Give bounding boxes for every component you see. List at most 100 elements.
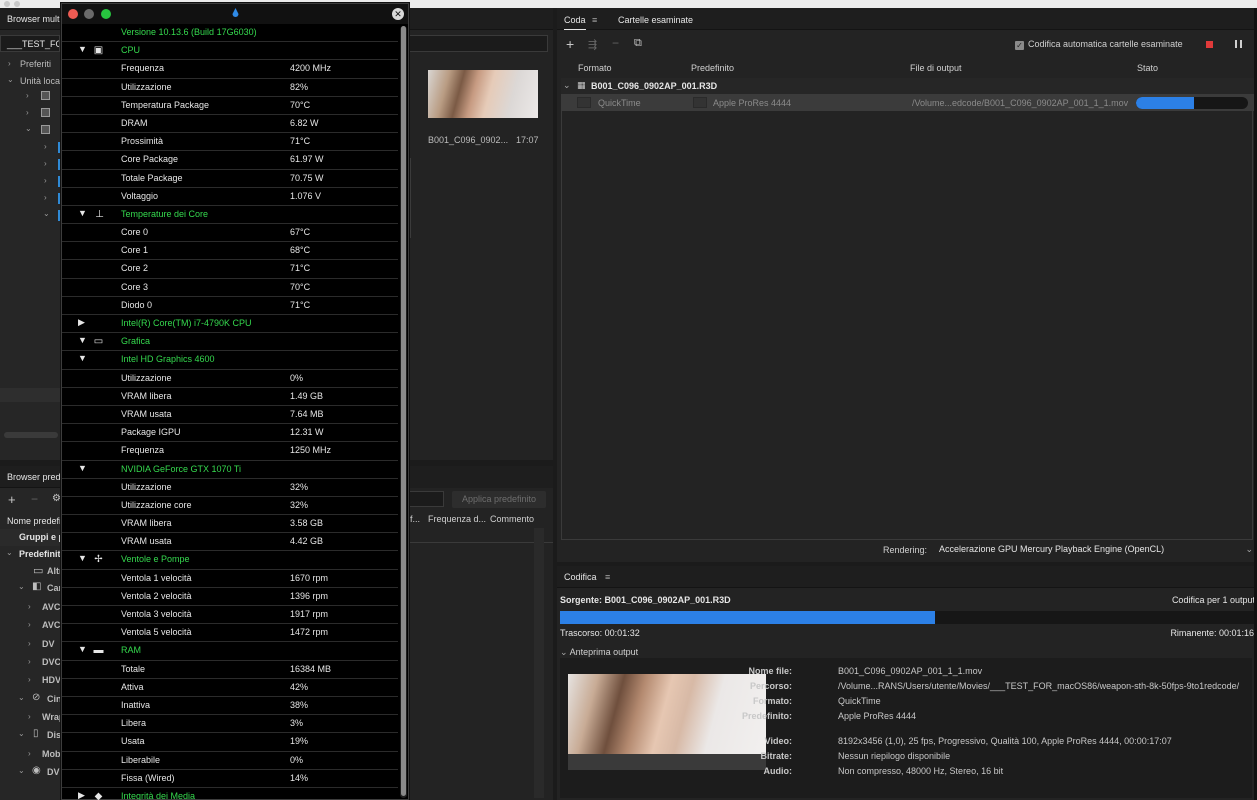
path-field[interactable]: ___TEST_FOR (0, 35, 60, 52)
stats-scrollbar-thumb[interactable] (401, 26, 406, 796)
preset-settings-icon[interactable]: ⚙ (52, 493, 61, 504)
chevron-down-icon[interactable]: ⌄ (18, 582, 25, 591)
disclosure-open-icon[interactable]: ▼ (78, 353, 87, 363)
disclosure-closed-icon[interactable]: ▶ (78, 317, 85, 328)
chevron-right-icon[interactable]: › (8, 59, 11, 68)
format-dropdown[interactable] (577, 97, 591, 108)
folder-row[interactable]: › (0, 190, 62, 207)
preset-browser-title[interactable]: Browser predefiniti (0, 466, 62, 488)
apply-preset-button[interactable]: Applica predefinito (452, 491, 546, 508)
preset-item[interactable]: › AVC-Ultra (0, 617, 62, 634)
add-preset-icon[interactable]: + (8, 492, 16, 507)
vertical-scrollbar[interactable] (534, 528, 544, 798)
chevron-right-icon[interactable]: › (44, 193, 47, 202)
disclosure-open-icon[interactable]: ▼ (78, 208, 87, 218)
duplicate-icon[interactable]: ⧉ (634, 37, 642, 50)
encoding-menu-icon[interactable]: ≡ (605, 572, 610, 582)
chevron-right-icon[interactable]: › (28, 657, 31, 666)
preset-item[interactable]: › AVC-Intra (0, 599, 62, 616)
preset-dropdown[interactable] (693, 97, 707, 108)
stats-section-row[interactable]: ▼ NVIDIA GeForce GTX 1070 Ti (62, 461, 398, 479)
chevron-right-icon[interactable]: › (28, 749, 31, 758)
queue-format[interactable]: QuickTime (598, 98, 641, 108)
stats-scrollbar[interactable] (400, 26, 407, 798)
preset-item[interactable]: ⌄ ▯ Dispositivi (0, 727, 62, 744)
preset-search-field[interactable] (408, 491, 444, 507)
stats-section-row[interactable]: ▼ ▣ CPU (62, 42, 398, 61)
water-drop-icon[interactable] (232, 8, 239, 18)
stats-section-row[interactable]: ▶ Intel(R) Core(TM) i7-4790K CPU (62, 315, 398, 334)
chevron-right-icon[interactable]: › (44, 159, 47, 168)
encoding-title[interactable]: Codifica (564, 572, 597, 582)
drive-row[interactable]: ⌄ (0, 122, 62, 139)
chevron-down-icon[interactable]: ⌄ (6, 548, 13, 557)
remove-icon[interactable]: − (612, 36, 619, 50)
chevron-right-icon[interactable]: › (44, 176, 47, 185)
close-window-button[interactable] (68, 9, 78, 19)
stats-section-row[interactable]: ▼ ⊥ Temperature dei Core (62, 206, 398, 225)
chevron-down-icon[interactable]: ⌄ (563, 80, 571, 91)
media-browser-title[interactable]: Browser multimediale (0, 8, 62, 30)
disclosure-open-icon[interactable]: ▼ (78, 553, 87, 563)
folder-row[interactable]: › (0, 173, 62, 190)
chevron-right-icon[interactable]: › (28, 639, 31, 648)
chevron-down-icon[interactable]: ⌄ (18, 693, 25, 702)
chevron-down-icon[interactable]: ⌄ (7, 75, 14, 84)
search-field[interactable] (408, 35, 548, 52)
col-frequency-header[interactable]: Frequenza d... (428, 514, 486, 524)
folder-row[interactable]: ⌄ (0, 207, 62, 224)
pause-button[interactable] (1235, 40, 1242, 48)
add-source-icon[interactable]: + (566, 36, 574, 52)
col-comment-header[interactable]: Commento (490, 514, 534, 524)
queue-output[interactable]: /Volume...edcode/B001_C096_0902AP_001_1_… (912, 98, 1128, 108)
clip-thumbnail[interactable] (428, 70, 538, 118)
favorites-row[interactable]: › Preferiti (0, 56, 62, 73)
preset-item[interactable]: › DVCPRO (0, 654, 62, 671)
chevron-right-icon[interactable]: › (28, 620, 31, 629)
drive-row[interactable]: › (0, 105, 62, 122)
stats-section-row[interactable]: ▶ ◆ Integrità dei Media (62, 788, 398, 800)
col-preset[interactable]: Predefinito (691, 63, 734, 73)
settings-sliders-icon[interactable]: ⇶ (588, 38, 597, 51)
col-format[interactable]: Formato (578, 63, 612, 73)
chevron-right-icon[interactable]: › (26, 91, 29, 100)
preset-item[interactable]: ⌄ ⊘ Cinema (0, 691, 62, 708)
queue-source-row[interactable]: ⌄ ▦ B001_C096_0902AP_001.R3D (561, 78, 1257, 94)
stop-button[interactable] (1206, 41, 1213, 48)
disclosure-open-icon[interactable]: ▼ (78, 644, 87, 654)
rendering-select[interactable]: Accelerazione GPU Mercury Playback Engin… (931, 541, 1257, 558)
disclosure-open-icon[interactable]: ▼ (78, 335, 87, 345)
preset-item[interactable]: › DV (0, 636, 62, 653)
preset-item[interactable]: › HDV (0, 672, 62, 689)
disclosure-open-icon[interactable]: ▼ (78, 463, 87, 473)
stats-section-row[interactable]: Versione 10.13.6 (Build 17G6030) (62, 24, 398, 43)
minimize-window-button[interactable] (84, 9, 94, 19)
chevron-down-icon[interactable]: ⌄ (43, 209, 50, 218)
output-preview-toggle[interactable]: ⌄ Anteprima output (560, 647, 638, 658)
stats-section-row[interactable]: ▼ ▭ Grafica (62, 333, 398, 352)
tab-queue[interactable]: Coda (564, 15, 586, 30)
queue-preset[interactable]: Apple ProRes 4444 (713, 98, 791, 108)
col-status[interactable]: Stato (1137, 63, 1158, 73)
horizontal-scrollbar[interactable] (4, 432, 58, 438)
preset-item[interactable]: ⌄ ◧ Camera (0, 580, 62, 597)
chevron-down-icon[interactable]: ⌄ (18, 766, 25, 775)
preset-item[interactable]: ⌄ ◉ DVD (0, 764, 62, 781)
close-icon[interactable]: ✕ (392, 8, 404, 20)
stats-section-row[interactable]: ▼ Intel HD Graphics 4600 (62, 351, 398, 370)
chevron-right-icon[interactable]: › (28, 675, 31, 684)
zoom-window-button[interactable] (101, 9, 111, 19)
stats-section-row[interactable]: ▼ ✢ Ventole e Pompe (62, 551, 398, 570)
preset-item[interactable]: ▭ Altro (0, 563, 62, 580)
preset-col-header[interactable]: Nome predefinito (0, 513, 62, 530)
drive-row[interactable]: › (0, 88, 62, 105)
col-format-header[interactable]: f... (410, 514, 420, 524)
chevron-down-icon[interactable]: ⌄ (18, 729, 25, 738)
tab-watch-folders[interactable]: Cartelle esaminate (618, 15, 693, 25)
auto-encode-checkbox[interactable]: ✓ Codifica automatica cartelle esaminate (1015, 39, 1183, 50)
folder-row[interactable]: › (0, 156, 62, 173)
preset-item[interactable]: › Wraptor (0, 709, 62, 726)
chevron-right-icon[interactable]: › (28, 602, 31, 611)
col-output[interactable]: File di output (910, 63, 962, 73)
chevron-right-icon[interactable]: › (26, 108, 29, 117)
